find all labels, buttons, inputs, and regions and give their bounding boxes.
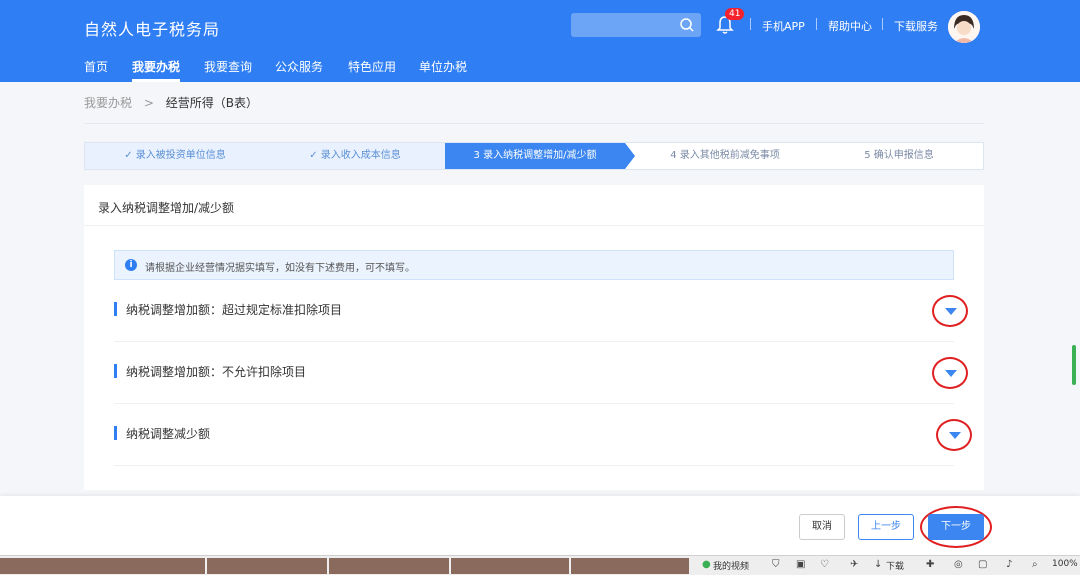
volume-icon[interactable]: ♪ (1006, 559, 1012, 570)
zoom-level[interactable]: 100% (1052, 559, 1078, 569)
shield-icon[interactable]: ⛉ (772, 559, 780, 570)
chevron-down-icon (945, 370, 957, 377)
form-card: 录入纳税调整增加/减少额 i 请根据企业经营情况据实填写，如没有下述费用，可不填… (84, 185, 984, 490)
user-avatar-icon (948, 11, 980, 43)
divider (84, 123, 984, 124)
header-divider (750, 18, 751, 30)
divider (84, 225, 984, 226)
nav-public-services[interactable]: 公众服务 (275, 58, 323, 75)
scrollbar[interactable] (1072, 345, 1076, 385)
section-marker (114, 364, 117, 378)
section-label: 纳税调整增加额：超过规定标准扣除项目 (126, 303, 343, 317)
nav-unit-tax[interactable]: 单位办税 (419, 58, 467, 75)
taskbar: ● 我的视频 ⛉ ▣ ♡ ✈ ↓ 下载 ✚ ◎ ▢ ♪ ⌕ 100% (0, 555, 1080, 575)
top-header: 自然人电子税务局 41 手机APP 帮助中心 下载服务 首页 我要办税 我要查询… (0, 0, 1080, 82)
taskbar-thumbnail[interactable] (207, 558, 327, 574)
avatar[interactable] (948, 11, 980, 43)
step-1: ✓ 录入被投资单位信息 (85, 143, 265, 169)
notification-badge: 41 (725, 8, 745, 20)
chevron-down-icon (949, 432, 961, 439)
step-4: 4 录入其他税前减免事项 (670, 150, 780, 161)
nav-active-indicator (132, 79, 180, 82)
notice-banner: i 请根据企业经营情况据实填写，如没有下述费用，可不填写。 (114, 250, 954, 280)
header-divider (882, 18, 883, 30)
puzzle-icon[interactable]: ✚ (926, 559, 934, 570)
search-icon[interactable] (679, 17, 695, 33)
video-icon: ● (702, 559, 711, 570)
step-progress: ✓ 录入被投资单位信息 ✓ 录入收入成本信息 3 录入纳税调整增加/减少额 4 … (84, 142, 984, 170)
section-label: 纳税调整增加额：不允许扣除项目 (126, 365, 307, 379)
window-icon[interactable]: ▢ (978, 559, 987, 570)
mobile-app-link[interactable]: 手机APP (762, 18, 805, 34)
breadcrumb: 我要办税 > 经营所得（B表） (84, 94, 258, 111)
cancel-button[interactable]: 取消 (799, 514, 845, 540)
breadcrumb-separator: > (143, 96, 154, 110)
expand-toggle[interactable] (932, 295, 968, 327)
section-marker (114, 302, 117, 316)
image-icon[interactable]: ▣ (796, 559, 805, 570)
zoom-icon[interactable]: ⌕ (1032, 559, 1038, 570)
expand-toggle[interactable] (936, 419, 972, 451)
action-bar: 取消 上一步 下一步 (0, 496, 1080, 556)
section-increase-excess[interactable]: 纳税调整增加额：超过规定标准扣除项目 (114, 280, 968, 342)
nav-tax-services[interactable]: 我要办税 (132, 58, 180, 75)
pin-icon[interactable]: ✈ (850, 559, 858, 570)
expand-toggle[interactable] (932, 357, 968, 389)
help-center-link[interactable]: 帮助中心 (828, 18, 872, 34)
step-3: 3 录入纳税调整增加/减少额 (445, 143, 625, 169)
section-label: 纳税调整减少额 (126, 427, 211, 441)
section-increase-disallowed[interactable]: 纳税调整增加额：不允许扣除项目 (114, 342, 968, 404)
breadcrumb-current: 经营所得（B表） (165, 96, 258, 110)
site-title[interactable]: 自然人电子税务局 (84, 16, 220, 40)
search-input[interactable] (571, 13, 701, 37)
taskbar-thumbnail[interactable] (571, 558, 689, 574)
chevron-down-icon (945, 308, 957, 315)
prev-step-button[interactable]: 上一步 (858, 514, 914, 540)
notice-text: 请根据企业经营情况据实填写，如没有下述费用，可不填写。 (145, 263, 415, 274)
nav-home[interactable]: 首页 (84, 58, 108, 75)
nav-special-apps[interactable]: 特色应用 (348, 58, 396, 75)
step-arrow (625, 143, 635, 169)
my-video-label[interactable]: 我的视频 (713, 559, 749, 572)
download-label[interactable]: 下载 (886, 559, 904, 572)
heart-icon[interactable]: ♡ (820, 559, 829, 570)
info-icon: i (125, 259, 137, 271)
section-decrease[interactable]: 纳税调整减少额 (114, 404, 972, 466)
browser-icon[interactable]: ◎ (954, 559, 963, 570)
next-step-button[interactable]: 下一步 (928, 514, 984, 540)
taskbar-thumbnail[interactable] (329, 558, 449, 574)
step-5: 5 确认申报信息 (864, 150, 934, 161)
header-divider (816, 18, 817, 30)
breadcrumb-parent[interactable]: 我要办税 (84, 96, 132, 110)
section-marker (114, 426, 117, 440)
taskbar-thumbnail[interactable] (451, 558, 569, 574)
nav-query[interactable]: 我要查询 (204, 58, 252, 75)
download-icon[interactable]: ↓ (874, 559, 882, 570)
download-service-link[interactable]: 下载服务 (894, 18, 938, 34)
step-2: ✓ 录入收入成本信息 (265, 143, 445, 169)
card-title: 录入纳税调整增加/减少额 (98, 201, 235, 215)
taskbar-thumbnail[interactable] (0, 558, 205, 574)
